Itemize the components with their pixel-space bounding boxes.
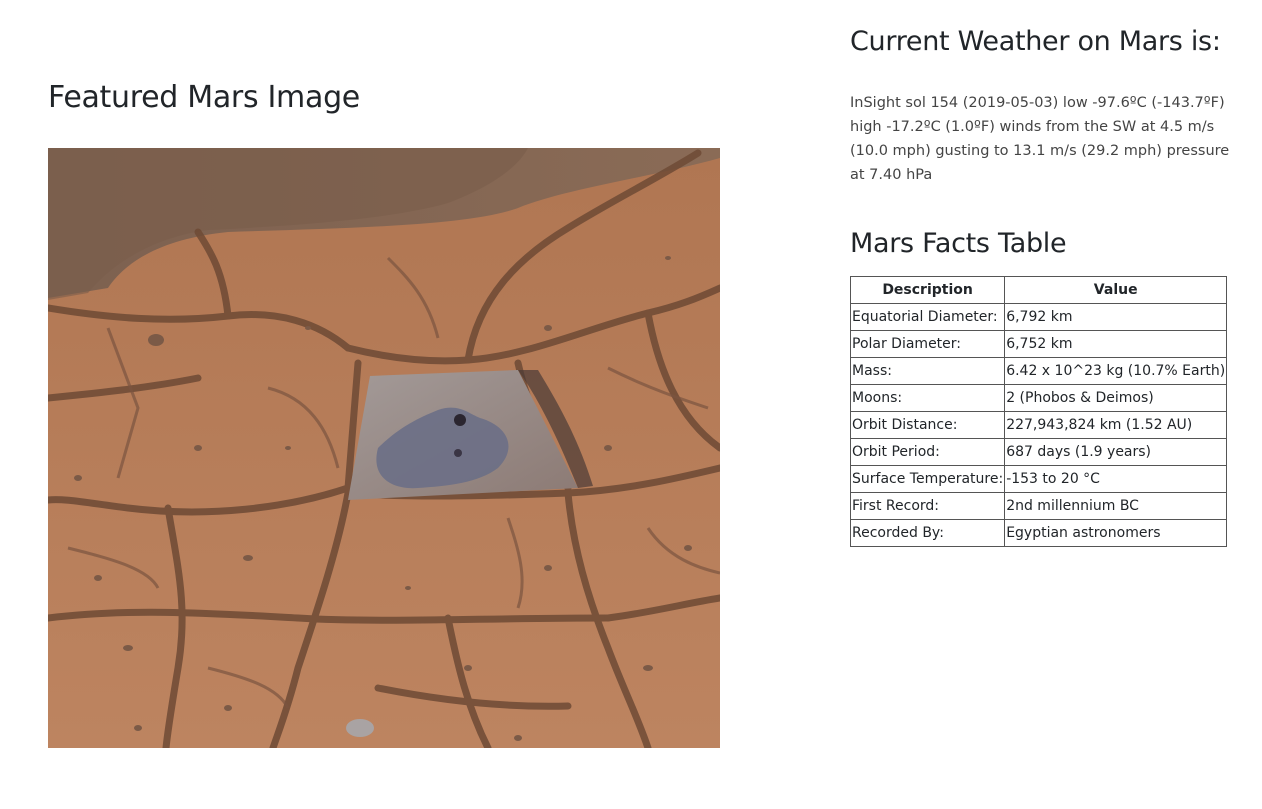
fact-description: Moons:: [849, 384, 1006, 412]
table-row: Equatorial Diameter: 6,792 km: [849, 303, 1228, 331]
table-row: Polar Diameter: 6,752 km: [849, 330, 1228, 358]
fact-value: 6.42 x 10^23 kg (10.7% Earth): [1004, 357, 1228, 385]
fact-value: Egyptian astronomers: [1004, 519, 1228, 547]
table-row: Orbit Distance: 227,943,824 km (1.52 AU): [849, 411, 1228, 439]
fact-value: 2nd millennium BC: [1004, 492, 1228, 520]
weather-title: Current Weather on Mars is:: [850, 26, 1221, 57]
table-row: Recorded By: Egyptian astronomers: [849, 519, 1228, 547]
featured-image-title: Featured Mars Image: [48, 80, 360, 115]
fact-description: First Record:: [849, 492, 1006, 520]
fact-value: 6,792 km: [1004, 303, 1228, 331]
table-row: First Record: 2nd millennium BC: [849, 492, 1228, 520]
fact-value: 2 (Phobos & Deimos): [1004, 384, 1228, 412]
fact-description: Mass:: [849, 357, 1006, 385]
fact-description: Equatorial Diameter:: [849, 303, 1006, 331]
facts-table-title: Mars Facts Table: [850, 228, 1067, 259]
table-row: Orbit Period: 687 days (1.9 years): [849, 438, 1228, 466]
header-description: Description: [849, 276, 1006, 304]
table-row: Moons: 2 (Phobos & Deimos): [849, 384, 1228, 412]
table-header-row: Description Value: [849, 276, 1228, 304]
fact-description: Polar Diameter:: [849, 330, 1006, 358]
fact-description: Surface Temperature:: [849, 465, 1006, 493]
fact-value: 6,752 km: [1004, 330, 1228, 358]
mars-facts-table: Description Value Equatorial Diameter: 6…: [849, 276, 1228, 547]
fact-value: 687 days (1.9 years): [1004, 438, 1228, 466]
fact-description: Recorded By:: [849, 519, 1006, 547]
fact-value: 227,943,824 km (1.52 AU): [1004, 411, 1228, 439]
table-row: Mass: 6.42 x 10^23 kg (10.7% Earth): [849, 357, 1228, 385]
table-row: Surface Temperature: -153 to 20 °C: [849, 465, 1228, 493]
fact-description: Orbit Distance:: [849, 411, 1006, 439]
header-value: Value: [1004, 276, 1228, 304]
fact-value: -153 to 20 °C: [1004, 465, 1228, 493]
featured-mars-image[interactable]: [48, 148, 720, 748]
weather-report: InSight sol 154 (2019-05-03) low -97.6ºC…: [850, 95, 1230, 183]
fact-description: Orbit Period:: [849, 438, 1006, 466]
page: Featured Mars Image Current Weather on M…: [0, 0, 1262, 809]
